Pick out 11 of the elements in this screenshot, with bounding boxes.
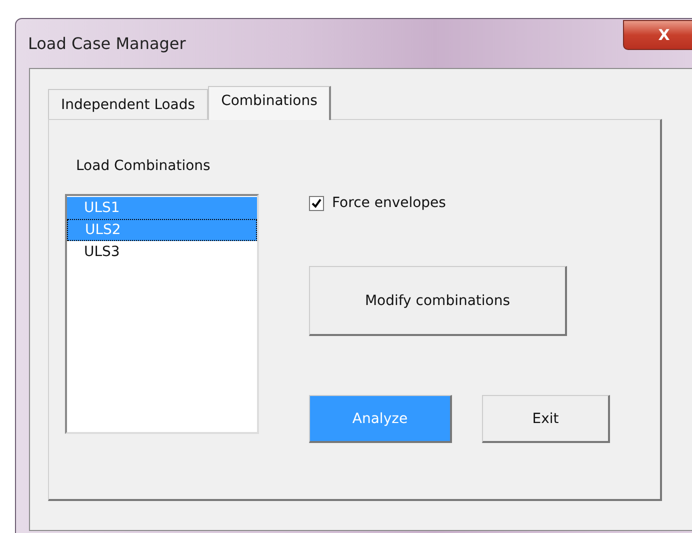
checkbox[interactable] [309,196,324,210]
tab[interactable]: Independent Loads [48,89,208,119]
close-button[interactable]: X [623,20,692,50]
window-title: Load Case Manager [28,34,186,53]
tab[interactable]: Combinations [208,86,332,120]
list-label: Load Combinations [76,158,212,174]
list-item[interactable]: ULS3 [67,241,257,263]
dialog-button[interactable]: Exit [482,395,610,443]
checkbox-label: Force envelopes [332,195,446,211]
modify-combinations-button[interactable]: Modify combinations [309,266,567,336]
list-box[interactable]: ULS1 ULS2 ULS3 [65,194,259,434]
